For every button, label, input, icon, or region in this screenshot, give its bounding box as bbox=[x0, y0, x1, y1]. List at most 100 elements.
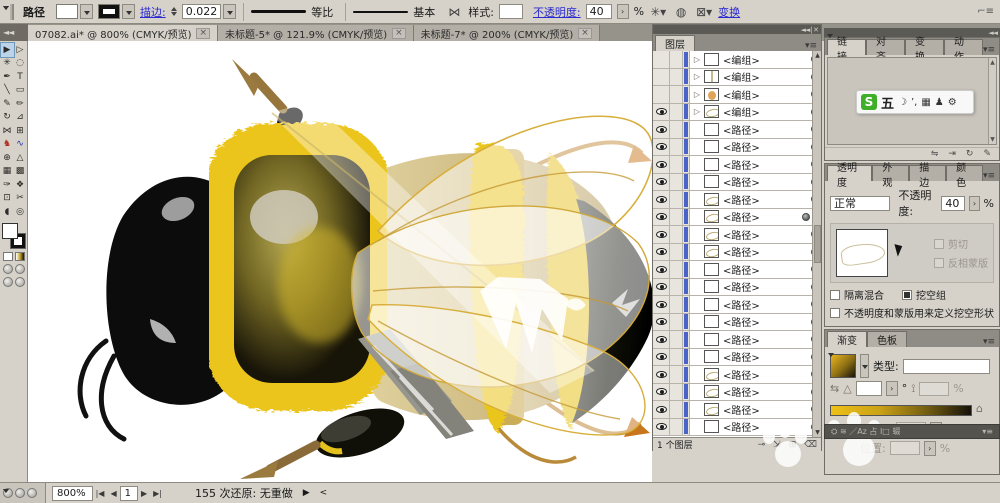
sogou-logo-icon[interactable]: S bbox=[861, 94, 877, 110]
style-field[interactable] bbox=[499, 4, 523, 19]
layer-thumbnail[interactable] bbox=[704, 158, 719, 171]
recolor-artwork-icon[interactable]: ◍ bbox=[672, 4, 690, 20]
gradient-stop-icon[interactable]: ⌂ bbox=[976, 402, 983, 415]
target-circle-icon[interactable] bbox=[802, 213, 810, 221]
gradient-group-tab[interactable]: 渐变 bbox=[827, 331, 867, 347]
ime-punctuation-icon[interactable]: ’, bbox=[911, 97, 917, 108]
lock-toggle[interactable] bbox=[670, 384, 683, 401]
zoom-tool[interactable]: ◎ bbox=[14, 205, 27, 219]
opacity-stepper[interactable]: › bbox=[617, 4, 629, 19]
layer-name[interactable]: <路径> bbox=[723, 297, 799, 312]
gradient-type-select[interactable] bbox=[903, 359, 990, 374]
artboard-number-select[interactable]: 1 bbox=[120, 486, 138, 501]
layer-thumbnail[interactable] bbox=[704, 228, 719, 241]
lock-toggle[interactable] bbox=[670, 296, 683, 313]
transparency-panel-menu-icon[interactable]: ▾≡ bbox=[983, 171, 999, 181]
reverse-gradient-icon[interactable]: ⇆ bbox=[830, 382, 839, 395]
visibility-toggle[interactable] bbox=[653, 226, 670, 243]
tab-layers[interactable]: 图层 bbox=[655, 35, 695, 51]
lock-toggle[interactable] bbox=[670, 191, 683, 208]
lock-toggle[interactable] bbox=[670, 156, 683, 173]
layer-thumbnail[interactable] bbox=[704, 70, 719, 83]
layer-row[interactable]: <路径> bbox=[653, 156, 821, 174]
layer-thumbnail[interactable] bbox=[704, 350, 719, 363]
lock-toggle[interactable] bbox=[670, 314, 683, 331]
stroke-weight-dropdown-icon[interactable] bbox=[223, 4, 236, 19]
scroll-thumb[interactable] bbox=[814, 225, 821, 263]
layer-row[interactable]: <路径> bbox=[653, 366, 821, 384]
layers-panel-menu-icon[interactable]: ▾≡ bbox=[805, 41, 821, 51]
links-panel-menu-icon[interactable]: ▾≡ bbox=[983, 45, 999, 55]
document-tab-close-icon[interactable]: × bbox=[196, 28, 210, 39]
layer-row[interactable]: ▷ <编组> bbox=[653, 86, 821, 104]
layer-thumbnail[interactable] bbox=[704, 53, 719, 66]
visibility-toggle[interactable] bbox=[653, 296, 670, 313]
layer-name[interactable]: <路径> bbox=[723, 192, 799, 207]
rectangle-tool[interactable]: ▭ bbox=[14, 84, 27, 98]
edit-original-icon[interactable]: ✎ bbox=[983, 149, 991, 159]
draw-behind-icon[interactable] bbox=[15, 264, 25, 274]
expand-triangle-icon[interactable]: ▷ bbox=[690, 107, 704, 116]
layer-name[interactable]: <编组> bbox=[723, 69, 799, 84]
fill-color-dropdown[interactable] bbox=[56, 4, 93, 19]
visibility-toggle[interactable] bbox=[653, 69, 670, 86]
opacity-mask-define-checkbox[interactable]: 不透明度和蒙版用来定义挖空形状 bbox=[830, 305, 994, 320]
layer-row[interactable]: <路径> bbox=[653, 261, 821, 279]
knockout-group-checkbox[interactable]: 挖空组 bbox=[902, 287, 946, 302]
layer-name[interactable]: <路径> bbox=[723, 157, 799, 172]
lock-toggle[interactable] bbox=[670, 104, 683, 121]
visibility-toggle[interactable] bbox=[653, 261, 670, 278]
color-button[interactable] bbox=[3, 252, 13, 261]
layer-thumbnail[interactable] bbox=[704, 385, 719, 398]
lock-toggle[interactable] bbox=[670, 331, 683, 348]
stroke-weight-spinner[interactable] bbox=[171, 4, 180, 19]
layer-row[interactable]: <路径> bbox=[653, 384, 821, 402]
status-forward-icon[interactable]: ▶ bbox=[303, 488, 310, 498]
layer-row[interactable]: <路径> bbox=[653, 191, 821, 209]
expand-triangle-icon[interactable]: ▷ bbox=[690, 72, 704, 81]
opacity-field[interactable]: 40 bbox=[586, 4, 612, 19]
gradient-tool[interactable]: ▩ bbox=[14, 165, 27, 179]
layer-name[interactable]: <路径> bbox=[723, 279, 799, 294]
layer-row[interactable]: <路径> bbox=[653, 279, 821, 297]
visibility-toggle[interactable] bbox=[653, 209, 670, 226]
transparency-group-tab[interactable]: 描边 bbox=[909, 165, 946, 181]
layer-name[interactable]: <路径> bbox=[723, 139, 799, 154]
expand-triangle-icon[interactable]: ▷ bbox=[690, 90, 704, 99]
line-tool[interactable]: ╲ bbox=[1, 84, 14, 98]
ime-person-icon[interactable]: ♟ bbox=[935, 97, 944, 108]
layer-thumbnail[interactable] bbox=[704, 368, 719, 381]
lock-toggle[interactable] bbox=[670, 226, 683, 243]
graph-tool[interactable]: ∿ bbox=[14, 138, 27, 152]
clip-checkbox[interactable]: 剪切 bbox=[934, 236, 988, 251]
gradient-angle-field[interactable] bbox=[856, 381, 882, 396]
new-sublayer-icon[interactable]: ⇲ bbox=[773, 440, 781, 450]
object-thumbnail[interactable] bbox=[836, 229, 888, 277]
visibility-toggle[interactable] bbox=[653, 86, 670, 103]
layer-thumbnail[interactable] bbox=[704, 403, 719, 416]
free-transform-tool[interactable]: ⊞ bbox=[14, 124, 27, 138]
links-list[interactable]: ▲▼ S 五 ☽ ’, ▦ ♟ ⚙ bbox=[827, 57, 997, 145]
links-group-tab[interactable]: 动作 bbox=[944, 39, 983, 55]
gradient-swatch-dropdown-icon[interactable] bbox=[860, 354, 869, 378]
layer-thumbnail[interactable] bbox=[704, 263, 719, 276]
layer-name[interactable]: <编组> bbox=[723, 52, 799, 67]
layer-row[interactable]: <路径> bbox=[653, 121, 821, 139]
lock-toggle[interactable] bbox=[670, 174, 683, 191]
lock-toggle[interactable] bbox=[670, 69, 683, 86]
layer-name[interactable]: <路径> bbox=[723, 314, 799, 329]
shape-builder-tool[interactable]: ⊕ bbox=[1, 151, 14, 165]
update-link-icon[interactable]: ↻ bbox=[966, 149, 974, 159]
lock-toggle[interactable] bbox=[670, 419, 683, 436]
layer-thumbnail[interactable] bbox=[704, 333, 719, 346]
delete-layer-icon[interactable]: ⌫ bbox=[804, 440, 817, 450]
layer-thumbnail[interactable] bbox=[704, 420, 719, 433]
layer-thumbnail[interactable] bbox=[704, 315, 719, 328]
gradient-slider[interactable] bbox=[830, 405, 972, 416]
layer-row[interactable]: <路径> bbox=[653, 139, 821, 157]
layer-row[interactable]: <路径> bbox=[653, 401, 821, 419]
layer-row[interactable]: <路径> bbox=[653, 209, 821, 227]
layer-thumbnail[interactable] bbox=[704, 88, 719, 101]
lock-toggle[interactable] bbox=[670, 244, 683, 261]
visibility-toggle[interactable] bbox=[653, 331, 670, 348]
